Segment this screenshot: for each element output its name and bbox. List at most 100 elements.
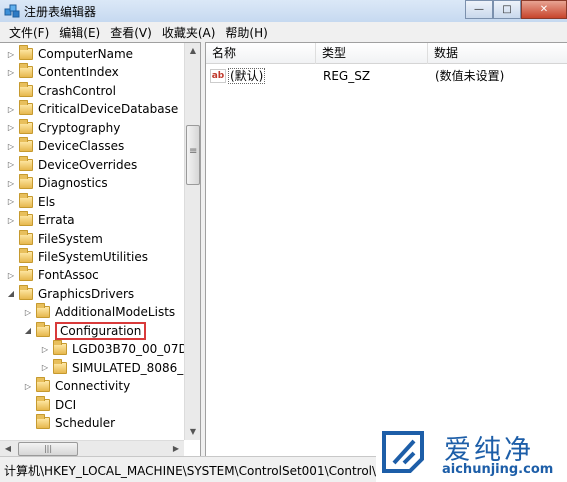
expander-icon[interactable]: ▷ xyxy=(6,271,16,280)
scroll-right-arrow-icon[interactable]: ▶ xyxy=(168,441,184,456)
tree-item[interactable]: CrashControl xyxy=(6,81,116,100)
expander-icon[interactable]: ▷ xyxy=(6,160,16,169)
tree-item[interactable]: ▷ LGD03B70_00_07DC_ xyxy=(40,340,200,358)
folder-icon xyxy=(36,395,50,411)
menu-favorites[interactable]: 收藏夹(A) xyxy=(157,24,221,41)
minimize-button[interactable]: — xyxy=(465,0,493,19)
tree-item[interactable]: FileSystem xyxy=(6,229,103,248)
expander-icon[interactable]: ◢ xyxy=(23,326,33,335)
tree-item-label: Scheduler xyxy=(55,416,116,430)
expander-icon[interactable]: ▷ xyxy=(6,216,16,225)
folder-icon xyxy=(19,192,33,208)
folder-icon xyxy=(19,284,33,300)
values-list[interactable]: 名称 类型 数据 ab (默认) REG_SZ (数值未设置) xyxy=(205,42,567,456)
title-bar: 注册表编辑器 — □ ✕ xyxy=(0,0,567,22)
tree-item[interactable]: ▷ Cryptography xyxy=(6,118,121,137)
folder-icon xyxy=(19,81,33,97)
tree-vertical-scrollbar[interactable]: ▲ ▼ xyxy=(184,43,200,440)
maximize-button[interactable]: □ xyxy=(493,0,521,19)
folder-icon xyxy=(19,155,33,171)
regedit-icon xyxy=(4,4,20,18)
tree-item[interactable]: ▷ ContentIndex xyxy=(6,63,119,81)
tree-item[interactable]: ◢ Configuration xyxy=(23,321,147,340)
tree-item[interactable]: ▷ AdditionalModeLists xyxy=(23,303,175,321)
folder-icon xyxy=(19,137,33,153)
tree-item[interactable]: ▷ Errata xyxy=(6,211,75,229)
expander-icon[interactable]: ▷ xyxy=(6,179,16,188)
expander-icon[interactable]: ▷ xyxy=(6,142,16,151)
expander-icon[interactable]: ▷ xyxy=(40,363,50,372)
expander-icon[interactable]: ▷ xyxy=(6,50,16,59)
tree-horizontal-scrollbar[interactable]: ◀ ||| ▶ xyxy=(0,440,184,456)
menu-bar: 文件(F) 编辑(E) 查看(V) 收藏夹(A) 帮助(H) xyxy=(0,22,567,42)
tree-item-label: DeviceOverrides xyxy=(38,157,138,172)
folder-icon xyxy=(19,174,33,190)
watermark: 爱纯净 aichunjing.com xyxy=(376,423,567,482)
expander-icon[interactable]: ◢ xyxy=(6,289,16,298)
tree-item-label: Diagnostics xyxy=(38,176,108,191)
tree-item-label: GraphicsDrivers xyxy=(38,286,135,301)
folder-icon xyxy=(36,377,50,393)
menu-help[interactable]: 帮助(H) xyxy=(220,24,272,41)
tree-item[interactable]: ▷ SIMULATED_8086_01 xyxy=(40,358,199,377)
expander-icon[interactable]: ▷ xyxy=(23,308,33,317)
expander-icon[interactable]: ▷ xyxy=(6,197,16,206)
window-title: 注册表编辑器 xyxy=(24,5,97,19)
menu-view[interactable]: 查看(V) xyxy=(105,24,157,41)
folder-icon xyxy=(36,321,50,337)
tree-item[interactable]: ▷ DeviceOverrides xyxy=(6,155,138,174)
tree-item-label: ComputerName xyxy=(38,47,134,61)
tree-item[interactable]: ▷ ComputerName xyxy=(6,45,133,63)
scroll-down-arrow-icon[interactable]: ▼ xyxy=(185,424,200,440)
folder-icon xyxy=(19,229,33,245)
folder-icon xyxy=(53,340,67,356)
tree-item-label: Cryptography xyxy=(38,120,121,135)
registry-tree[interactable]: ▷ ComputerName ▷ ContentIndex CrashControl ▷ C… xyxy=(0,42,201,456)
scroll-thumb-horizontal[interactable]: ||| xyxy=(18,442,78,456)
value-name: (默认) xyxy=(228,68,266,84)
scroll-thumb[interactable] xyxy=(186,125,200,185)
folder-icon xyxy=(36,303,50,319)
scroll-left-arrow-icon[interactable]: ◀ xyxy=(0,441,16,456)
folder-icon xyxy=(19,118,33,134)
column-type[interactable]: 类型 xyxy=(316,43,428,64)
tree-item[interactable]: ◢ GraphicsDrivers xyxy=(6,284,135,303)
tree-item[interactable]: FileSystemUtilities xyxy=(6,247,148,266)
tree-item[interactable]: ▷ CriticalDeviceDatabase xyxy=(6,100,178,118)
column-data[interactable]: 数据 xyxy=(428,43,567,64)
list-item[interactable]: ab (默认) REG_SZ (数值未设置) xyxy=(206,67,567,85)
tree-item-label: FileSystemUtilities xyxy=(38,249,148,264)
menu-file[interactable]: 文件(F) xyxy=(4,24,54,41)
list-header: 名称 类型 数据 xyxy=(206,43,567,64)
tree-item-label: Els xyxy=(38,194,56,209)
expander-icon[interactable]: ▷ xyxy=(6,68,16,77)
tree-item[interactable]: ▷ Els xyxy=(6,192,56,211)
watermark-url: aichunjing.com xyxy=(442,462,554,477)
tree-item-label: CrashControl xyxy=(38,83,116,98)
tree-item-label: Configuration xyxy=(55,321,147,340)
close-button[interactable]: ✕ xyxy=(521,0,567,19)
value-data: (数值未设置) xyxy=(435,69,505,83)
tree-item[interactable]: ▷ Connectivity xyxy=(23,377,130,395)
tree-item[interactable]: ▷ DeviceClasses xyxy=(6,137,124,155)
expander-icon[interactable]: ▷ xyxy=(6,123,16,132)
tree-item-label: DeviceClasses xyxy=(38,139,125,154)
tree-item[interactable]: ▷ FontAssoc xyxy=(6,266,99,284)
tree-item-label: FontAssoc xyxy=(38,268,99,283)
watermark-logo-icon xyxy=(382,431,424,473)
tree-item-label: Connectivity xyxy=(55,379,131,394)
tree-item[interactable]: DCI xyxy=(23,395,77,414)
expander-icon[interactable]: ▷ xyxy=(40,345,50,354)
string-value-icon: ab xyxy=(210,69,226,83)
folder-icon xyxy=(19,211,33,227)
expander-icon[interactable]: ▷ xyxy=(23,382,33,391)
tree-item-label: AdditionalModeLists xyxy=(55,305,176,320)
scroll-up-arrow-icon[interactable]: ▲ xyxy=(185,43,200,59)
tree-item-label: SIMULATED_8086_01 xyxy=(72,360,199,375)
menu-edit[interactable]: 编辑(E) xyxy=(54,24,105,41)
column-name[interactable]: 名称 xyxy=(206,43,316,64)
tree-item[interactable]: ▷ Diagnostics xyxy=(6,174,108,192)
tree-item-label: DCI xyxy=(55,397,77,412)
expander-icon[interactable]: ▷ xyxy=(6,105,16,114)
tree-item[interactable]: Scheduler xyxy=(23,414,115,432)
